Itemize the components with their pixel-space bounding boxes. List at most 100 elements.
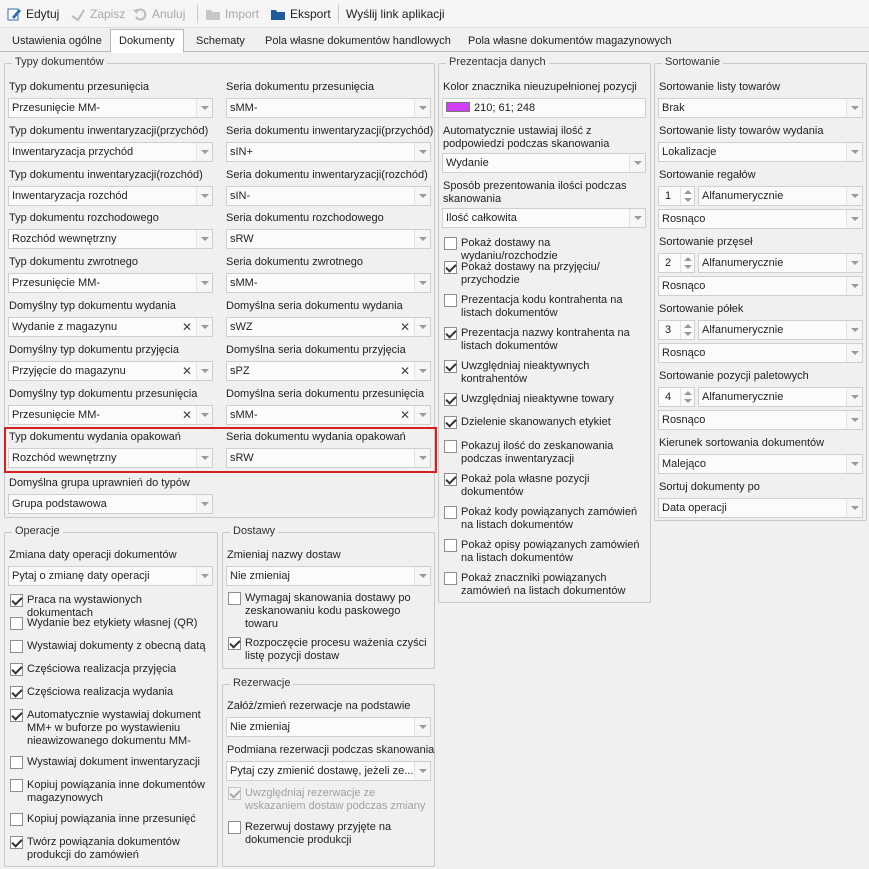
send-link-button[interactable]: Wyślij link aplikacji: [346, 4, 445, 24]
operations-checkbox[interactable]: Wystawiaj dokumenty z obecną datą: [10, 640, 210, 653]
clear-icon[interactable]: ✕: [397, 406, 413, 424]
checkbox-unchecked-icon[interactable]: [444, 294, 457, 307]
series-combo[interactable]: sPZ ✕: [226, 360, 431, 381]
chevron-down-icon[interactable]: [414, 718, 430, 736]
chevron-down-icon[interactable]: [414, 142, 430, 161]
sort-pallets-spinner[interactable]: 4: [658, 387, 695, 407]
chevron-down-icon[interactable]: [196, 230, 212, 249]
sort-levels-mode-combo[interactable]: Alfanumerycznie: [698, 320, 863, 340]
type-combo[interactable]: Rozchód wewnętrzny: [8, 229, 213, 250]
reservation-swap-combo[interactable]: Pytaj czy zmienić dostawę, jeżeli ze...: [226, 761, 431, 781]
chevron-down-icon[interactable]: [846, 277, 862, 295]
reservations-checkbox[interactable]: Uwzględniaj rezerwacje ze wskazaniem dos…: [228, 787, 428, 813]
checkbox-checked-icon[interactable]: [10, 594, 23, 607]
chevron-down-icon[interactable]: [414, 186, 430, 205]
chevron-down-icon[interactable]: [414, 318, 430, 336]
checkbox-unchecked-icon[interactable]: [228, 592, 241, 605]
chevron-down-icon[interactable]: [414, 274, 430, 293]
chevron-down-icon[interactable]: [846, 411, 862, 429]
checkbox-checked-icon[interactable]: [444, 327, 457, 340]
checkbox-unchecked-icon[interactable]: [444, 440, 457, 453]
chevron-down-icon[interactable]: [846, 344, 862, 362]
operations-checkbox[interactable]: Twórz powiązania dokumentów produkcji do…: [10, 836, 210, 862]
series-combo[interactable]: sMM-: [226, 273, 431, 294]
chevron-down-icon[interactable]: [846, 254, 862, 272]
cancel-button[interactable]: Anuluj: [132, 4, 185, 24]
presentation-checkbox[interactable]: Pokaż dostawy na wydaniu/rozchodzie: [444, 237, 644, 263]
clear-icon[interactable]: ✕: [397, 318, 413, 336]
clear-icon[interactable]: ✕: [179, 318, 195, 336]
chevron-down-icon[interactable]: [846, 187, 862, 205]
operations-checkbox[interactable]: Kopiuj powiązania inne przesunięć: [10, 813, 210, 826]
checkbox-checked-icon[interactable]: [444, 360, 457, 373]
deliveries-checkbox[interactable]: Wymagaj skanowania dostawy po zeskanowan…: [228, 592, 428, 631]
chevron-down-icon[interactable]: [196, 405, 212, 424]
reservations-checkbox[interactable]: Rezerwuj dostawy przyjęte na dokumencie …: [228, 821, 428, 847]
spinner-arrows-icon[interactable]: [680, 388, 694, 406]
spinner-arrows-icon[interactable]: [680, 321, 694, 339]
series-combo[interactable]: sMM-: [226, 98, 431, 118]
type-combo[interactable]: Inwentaryzacja rozchód: [8, 185, 213, 206]
type-combo[interactable]: Przesunięcie MM- ✕: [8, 404, 213, 425]
series-combo[interactable]: sIN-: [226, 185, 431, 206]
reservation-create-combo[interactable]: Nie zmieniaj: [226, 717, 431, 737]
chevron-down-icon[interactable]: [414, 99, 430, 117]
operations-checkbox[interactable]: Automatycznie wystawiaj dokument MM+ w b…: [10, 709, 210, 748]
chevron-down-icon[interactable]: [196, 186, 212, 205]
presentation-checkbox[interactable]: Pokaż znaczniki powiązanych zamówień na …: [444, 572, 644, 598]
tab-custom-fields-warehouse[interactable]: Pola własne dokumentów magazynowych: [460, 31, 680, 52]
chevron-down-icon[interactable]: [846, 499, 862, 517]
chevron-down-icon[interactable]: [196, 318, 212, 336]
edit-button[interactable]: Edytuj: [6, 4, 59, 24]
clear-icon[interactable]: ✕: [179, 362, 195, 380]
chevron-down-icon[interactable]: [414, 762, 430, 780]
chevron-down-icon[interactable]: [629, 154, 645, 172]
tab-custom-fields-trade[interactable]: Pola własne dokumentów handlowych: [257, 31, 459, 52]
clear-icon[interactable]: ✕: [397, 362, 413, 380]
sort-bays-spinner[interactable]: 2: [658, 253, 695, 273]
checkbox-checked-icon[interactable]: [10, 709, 23, 722]
operations-checkbox[interactable]: Wydanie bez etykiety własnej (QR): [10, 617, 210, 630]
operations-checkbox[interactable]: Częściowa realizacja wydania: [10, 686, 210, 699]
type-combo[interactable]: Przyjęcie do magazynu ✕: [8, 360, 213, 381]
chevron-down-icon[interactable]: [414, 230, 430, 249]
qty-mode-combo[interactable]: Ilość całkowita: [442, 208, 646, 228]
operations-checkbox[interactable]: Kopiuj powiązania inne dokumentów magazy…: [10, 779, 210, 805]
marker-color-combo[interactable]: 210; 61; 248: [442, 98, 646, 118]
sort-shelves-spinner[interactable]: 1: [658, 186, 695, 206]
chevron-down-icon[interactable]: [196, 99, 212, 117]
chevron-down-icon[interactable]: [846, 210, 862, 228]
spinner-arrows-icon[interactable]: [680, 254, 694, 272]
checkbox-unchecked-icon[interactable]: [444, 237, 457, 250]
spinner-arrows-icon[interactable]: [680, 187, 694, 205]
import-button[interactable]: Import: [205, 4, 259, 24]
presentation-checkbox[interactable]: Pokaż opisy powiązanych zamówień na list…: [444, 539, 644, 565]
type-combo[interactable]: Wydanie z magazynu ✕: [8, 317, 213, 337]
series-combo[interactable]: sRW: [226, 229, 431, 250]
checkbox-checked-icon[interactable]: [10, 686, 23, 699]
chevron-down-icon[interactable]: [196, 567, 212, 585]
tab-documents[interactable]: Dokumenty: [110, 29, 184, 53]
group-permission-combo[interactable]: Grupa podstawowa: [8, 494, 213, 514]
checkbox-unchecked-icon[interactable]: [10, 617, 23, 630]
checkbox-checked-icon[interactable]: [228, 787, 241, 800]
sort-items-combo[interactable]: Brak: [658, 98, 863, 118]
presentation-checkbox[interactable]: Dzielenie skanowanych etykiet: [444, 416, 644, 429]
tab-schemas[interactable]: Schematy: [188, 31, 253, 52]
date-change-combo[interactable]: Pytaj o zmianę daty operacji: [8, 566, 213, 586]
checkbox-unchecked-icon[interactable]: [10, 756, 23, 769]
sort-pallets-mode-combo[interactable]: Alfanumerycznie: [698, 387, 863, 407]
sort-levels-spinner[interactable]: 3: [658, 320, 695, 340]
type-combo[interactable]: Rozchód wewnętrzny: [8, 448, 213, 469]
delivery-names-combo[interactable]: Nie zmieniaj: [226, 566, 431, 586]
sort-docsort-combo[interactable]: Data operacji: [658, 498, 863, 518]
series-combo[interactable]: sMM- ✕: [226, 404, 431, 425]
presentation-checkbox[interactable]: Uwzględniaj nieaktywne towary: [444, 393, 644, 406]
chevron-down-icon[interactable]: [414, 567, 430, 585]
auto-qty-combo[interactable]: Wydanie: [442, 153, 646, 173]
checkbox-unchecked-icon[interactable]: [444, 539, 457, 552]
sort-shelves-direction-combo[interactable]: Rosnąco: [658, 209, 863, 229]
chevron-down-icon[interactable]: [846, 99, 862, 117]
checkbox-checked-icon[interactable]: [444, 416, 457, 429]
clear-icon[interactable]: ✕: [179, 406, 195, 424]
